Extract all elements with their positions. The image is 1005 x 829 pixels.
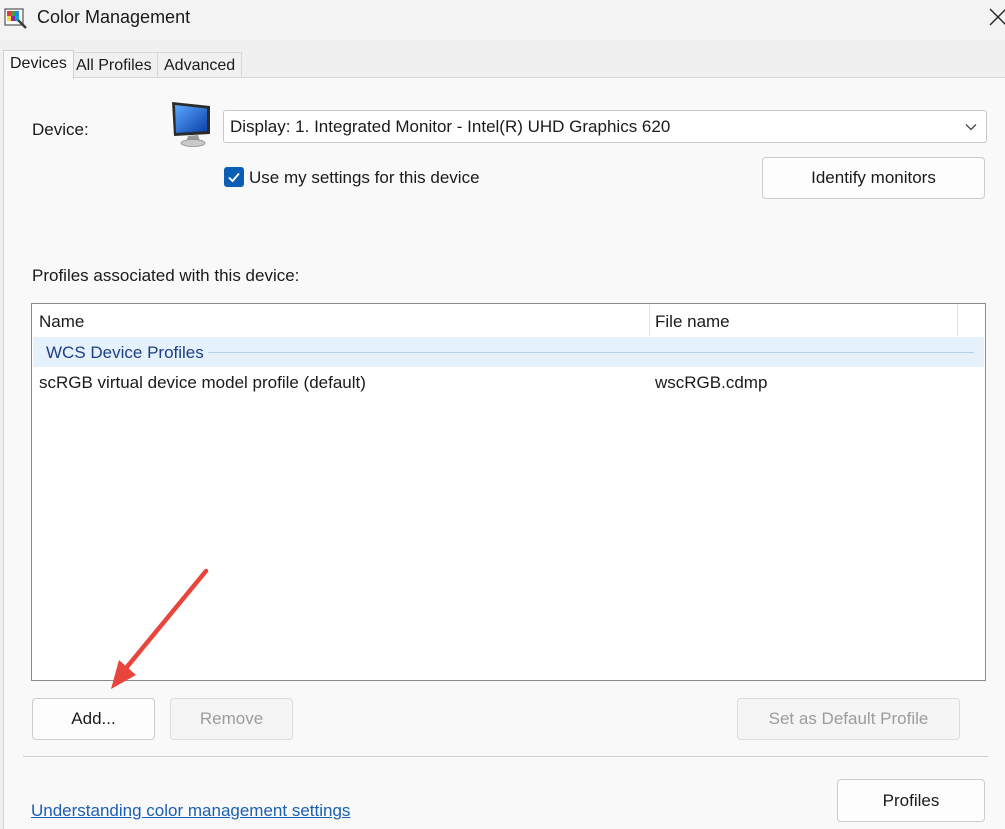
tab-advanced-label: Advanced bbox=[164, 57, 236, 74]
device-dropdown[interactable]: Display: 1. Integrated Monitor - Intel(R… bbox=[223, 110, 987, 143]
footer-divider bbox=[23, 756, 988, 757]
monitor-icon bbox=[172, 102, 210, 147]
column-header-name[interactable]: Name bbox=[39, 312, 84, 332]
profiles-section-label: Profiles associated with this device: bbox=[32, 266, 300, 285]
add-button[interactable]: Add... bbox=[32, 698, 155, 740]
use-my-settings-checkbox[interactable] bbox=[224, 167, 244, 187]
remove-button[interactable]: Remove bbox=[170, 698, 293, 740]
table-row-file[interactable]: wscRGB.cdmp bbox=[655, 373, 767, 393]
annotation-arrow-icon bbox=[111, 568, 209, 689]
identify-monitors-button[interactable]: Identify monitors bbox=[762, 157, 985, 199]
profiles-button[interactable]: Profiles bbox=[837, 779, 985, 822]
tab-devices[interactable]: Devices bbox=[3, 50, 74, 79]
group-header-line bbox=[208, 352, 974, 353]
title-bar: Color Management bbox=[0, 0, 1005, 40]
table-row-name[interactable]: scRGB virtual device model profile (defa… bbox=[39, 373, 366, 393]
column-separator[interactable] bbox=[957, 304, 958, 336]
tab-all-profiles-label: All Profiles bbox=[76, 57, 152, 74]
tab-all-profiles[interactable]: All Profiles bbox=[69, 52, 159, 78]
use-my-settings-label: Use my settings for this device bbox=[249, 168, 480, 187]
checkmark-icon bbox=[228, 172, 240, 183]
group-header-label: WCS Device Profiles bbox=[46, 343, 204, 362]
chevron-down-icon bbox=[965, 124, 977, 131]
group-header[interactable]: WCS Device Profiles bbox=[33, 337, 984, 367]
understanding-color-management-link[interactable]: Understanding color management settings bbox=[31, 801, 350, 821]
tab-devices-label: Devices bbox=[10, 55, 67, 72]
column-separator[interactable] bbox=[649, 304, 650, 336]
set-as-default-button[interactable]: Set as Default Profile bbox=[737, 698, 960, 740]
device-dropdown-value: Display: 1. Integrated Monitor - Intel(R… bbox=[230, 117, 671, 136]
tab-advanced[interactable]: Advanced bbox=[157, 52, 243, 78]
device-label: Device: bbox=[32, 120, 89, 139]
close-icon[interactable] bbox=[987, 6, 1005, 28]
color-management-app-icon bbox=[4, 8, 27, 29]
window-title: Color Management bbox=[37, 7, 191, 27]
column-header-file-name[interactable]: File name bbox=[655, 312, 730, 332]
tab-strip: Devices All Profiles Advanced bbox=[0, 50, 1005, 79]
